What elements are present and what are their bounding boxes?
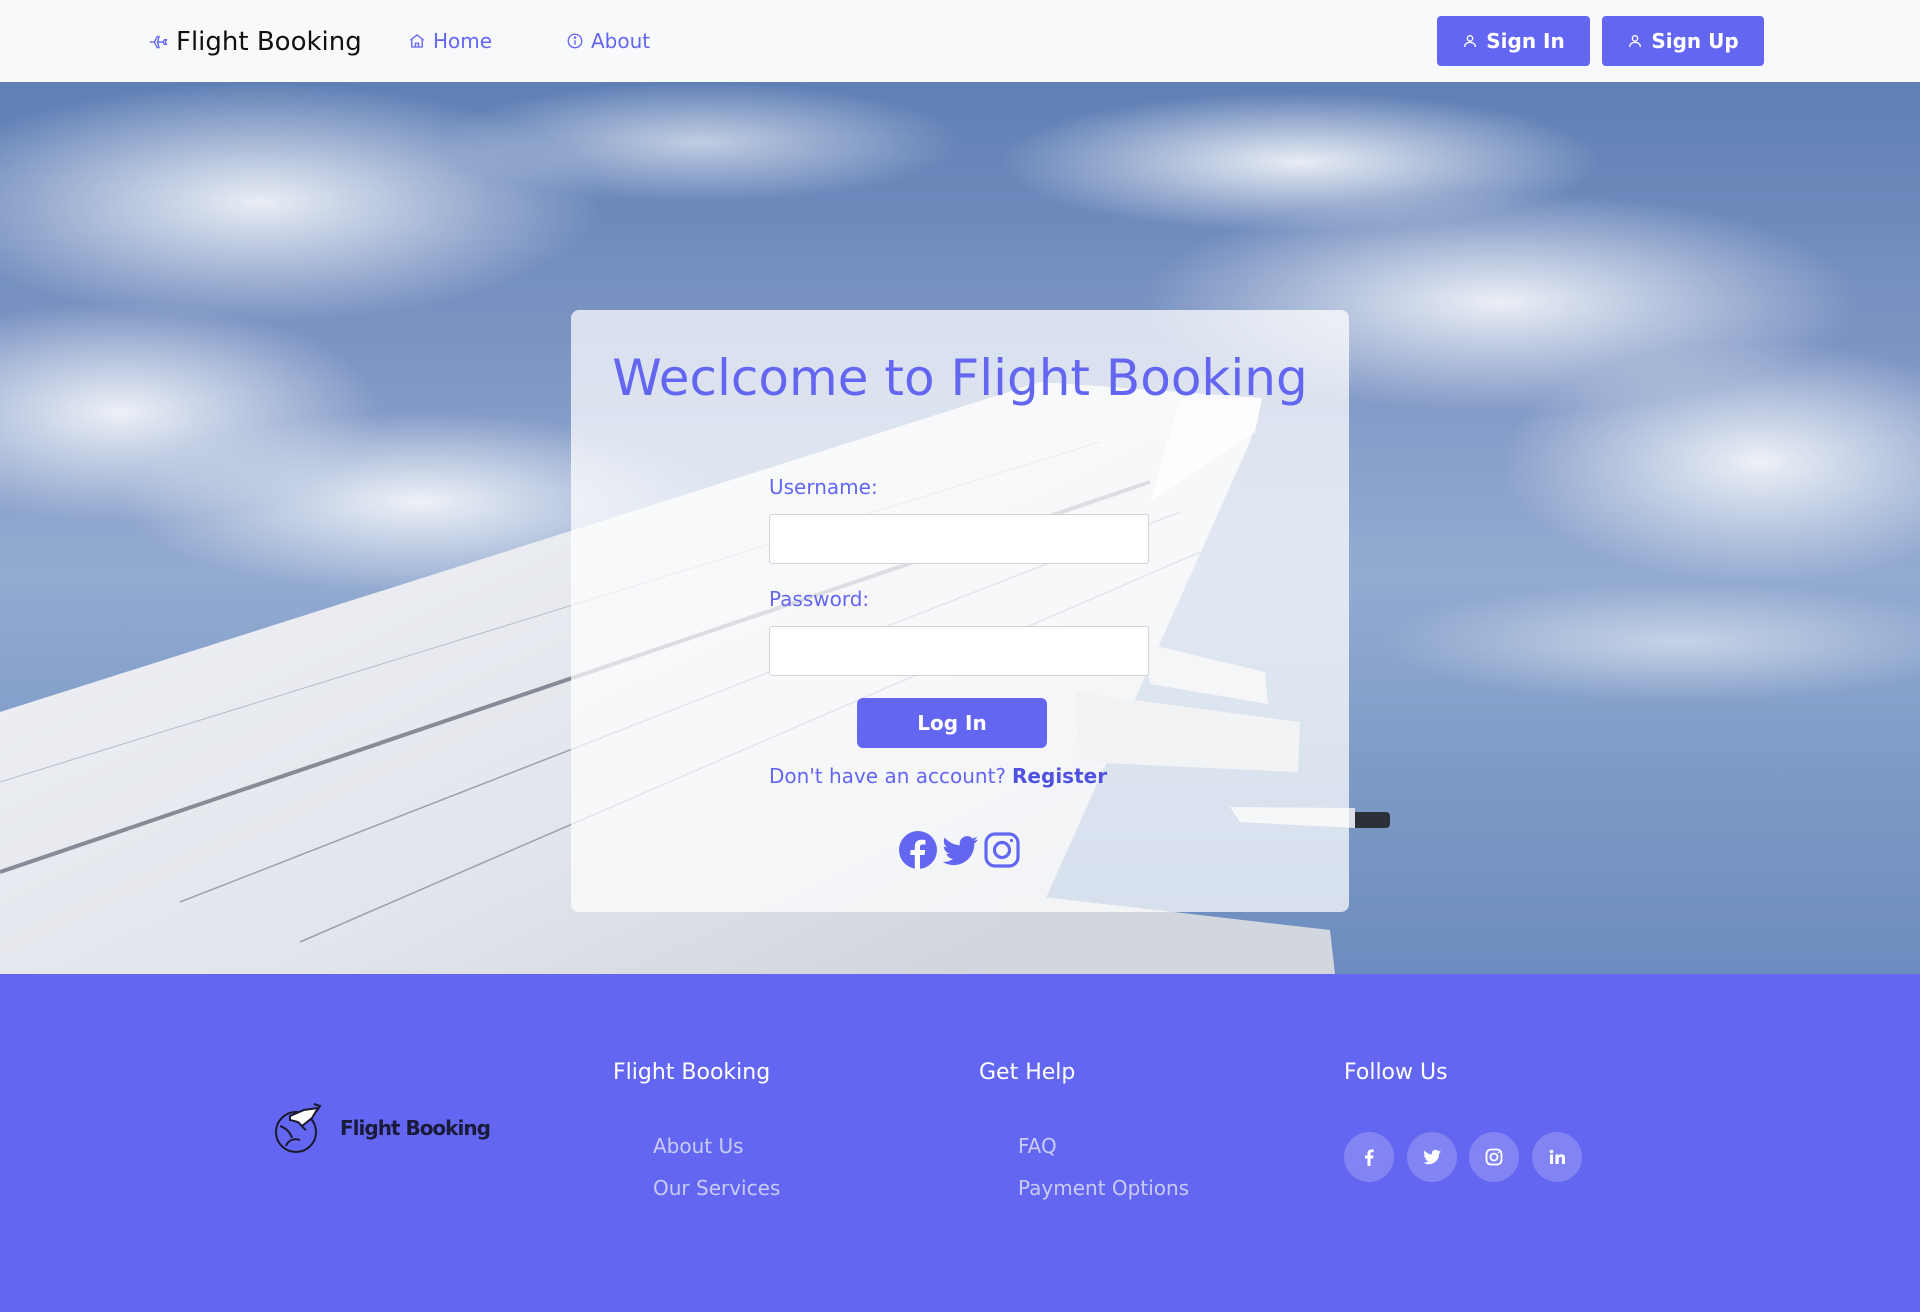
footer-col-title-follow-us: Follow Us xyxy=(1344,1060,1448,1085)
password-input[interactable] xyxy=(769,626,1149,676)
register-link[interactable]: Register xyxy=(1012,764,1107,788)
navbar: Flight Booking Home About Sign In Sign U… xyxy=(0,0,1920,82)
nav-home-link[interactable]: Home xyxy=(408,26,492,56)
facebook-link[interactable] xyxy=(898,830,938,870)
footer-link-payment-options[interactable]: Payment Options xyxy=(1018,1176,1189,1200)
sign-up-button[interactable]: Sign Up xyxy=(1602,16,1764,66)
password-label: Password: xyxy=(769,587,870,611)
nav-home-label: Home xyxy=(433,29,493,53)
linkedin-icon xyxy=(1549,1149,1565,1164)
sign-in-label: Sign In xyxy=(1486,29,1565,53)
sign-in-button[interactable]: Sign In xyxy=(1437,16,1590,66)
footer-col-title-get-help: Get Help xyxy=(979,1060,1076,1085)
twitter-icon xyxy=(942,836,978,866)
instagram-icon xyxy=(1485,1148,1503,1166)
footer-instagram-button[interactable] xyxy=(1469,1132,1519,1182)
facebook-icon xyxy=(1365,1149,1374,1166)
username-label: Username: xyxy=(769,475,878,499)
globe-plane-icon xyxy=(275,1103,322,1153)
nav-about-label: About xyxy=(591,29,651,53)
sign-up-label: Sign Up xyxy=(1651,29,1739,53)
username-input[interactable] xyxy=(769,514,1149,564)
info-icon xyxy=(567,33,583,49)
brand-link[interactable]: Flight Booking xyxy=(148,22,362,62)
footer-linkedin-button[interactable] xyxy=(1532,1132,1582,1182)
register-prompt: Don't have an account? Register xyxy=(769,764,1107,788)
instagram-link[interactable] xyxy=(982,830,1022,870)
home-icon xyxy=(409,34,425,48)
footer-col-title-flight-booking: Flight Booking xyxy=(613,1060,771,1085)
nav-about-link[interactable]: About xyxy=(566,26,650,56)
footer-link-our-services[interactable]: Our Services xyxy=(653,1176,780,1200)
user-icon xyxy=(1629,35,1642,48)
facebook-icon xyxy=(899,831,937,869)
twitter-icon xyxy=(1423,1149,1441,1165)
footer-link-about-us[interactable]: About Us xyxy=(653,1134,744,1158)
footer-logo[interactable]: Flight Booking xyxy=(270,1100,491,1156)
log-in-button[interactable]: Log In xyxy=(857,698,1047,748)
login-social-links xyxy=(571,830,1349,870)
instagram-icon xyxy=(984,832,1020,868)
plane-icon xyxy=(149,35,168,49)
footer-twitter-button[interactable] xyxy=(1407,1132,1457,1182)
login-card: Weclcome to Flight Booking Username: Pas… xyxy=(571,310,1349,912)
footer-link-faq[interactable]: FAQ xyxy=(1018,1134,1057,1158)
footer: Flight Booking Flight Booking About Us O… xyxy=(0,974,1920,1312)
brand-label: Flight Booking xyxy=(176,27,362,57)
twitter-link[interactable] xyxy=(940,830,980,870)
hero-background: Weclcome to Flight Booking Username: Pas… xyxy=(0,82,1920,974)
footer-logo-text: Flight Booking xyxy=(340,1116,491,1140)
login-title: Weclcome to Flight Booking xyxy=(612,349,1308,407)
footer-facebook-button[interactable] xyxy=(1344,1132,1394,1182)
user-icon xyxy=(1464,35,1477,48)
register-prompt-text: Don't have an account? xyxy=(769,764,1007,788)
